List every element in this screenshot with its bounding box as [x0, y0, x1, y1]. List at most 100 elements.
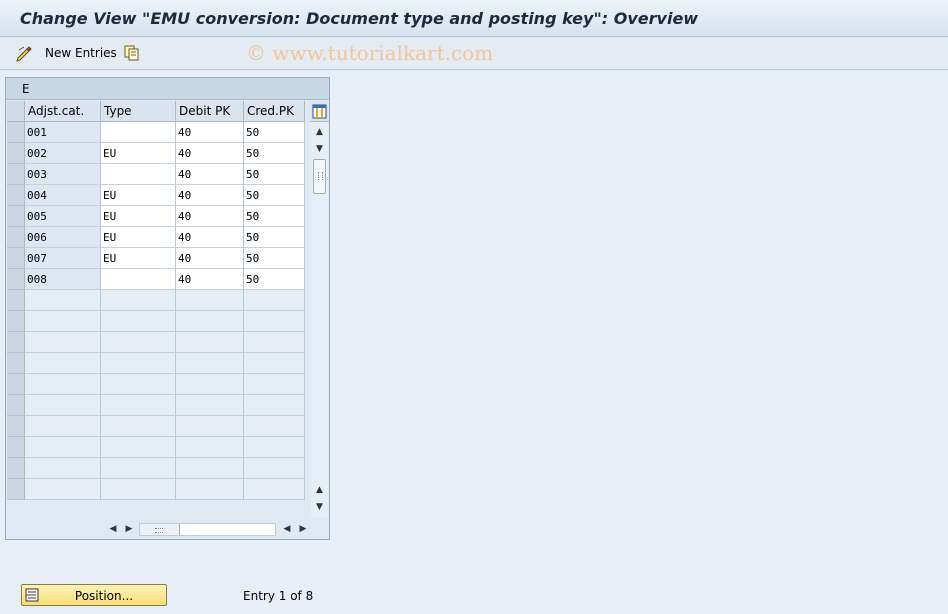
- row-selector[interactable]: [7, 269, 25, 290]
- scroll-left-icon[interactable]: ◀: [106, 521, 120, 538]
- column-header-type[interactable]: Type: [101, 101, 176, 122]
- copy-entries-icon[interactable]: [123, 44, 141, 62]
- cell-cat: [25, 374, 101, 395]
- entry-status: Entry 1 of 8: [243, 589, 314, 603]
- cell-cred[interactable]: 50: [244, 269, 305, 290]
- cell-cat: 003: [25, 164, 101, 185]
- row-selector[interactable]: [7, 395, 25, 416]
- cell-type: [101, 332, 176, 353]
- main-content: E Adjst.cat. Type Debit PK Cred.PK 001 40…: [0, 71, 948, 614]
- row-selector[interactable]: [7, 227, 25, 248]
- title-bar: Change View "EMU conversion: Document ty…: [0, 0, 948, 37]
- horizontal-scroll-track[interactable]: [139, 523, 276, 536]
- column-header-cred-pk[interactable]: Cred.PK: [244, 101, 305, 122]
- table-row: 005 EU 40 50: [7, 206, 305, 227]
- cell-type[interactable]: EU: [101, 206, 176, 227]
- cell-debit[interactable]: 40: [176, 164, 244, 185]
- cell-cred[interactable]: 50: [244, 206, 305, 227]
- cell-cred: [244, 332, 305, 353]
- cell-debit[interactable]: 40: [176, 185, 244, 206]
- row-selector[interactable]: [7, 416, 25, 437]
- cell-cat: 007: [25, 248, 101, 269]
- vertical-scroll-thumb[interactable]: [313, 159, 326, 194]
- empty-table-row: [7, 479, 305, 500]
- position-button[interactable]: Position...: [21, 584, 167, 606]
- cell-cred[interactable]: 50: [244, 227, 305, 248]
- table-title: E: [22, 82, 30, 96]
- table-row: 006 EU 40 50: [7, 227, 305, 248]
- cell-debit: [176, 353, 244, 374]
- horizontal-scrollbar[interactable]: ◀ ▶ ◀ ▶: [102, 521, 312, 538]
- cell-cred[interactable]: 50: [244, 248, 305, 269]
- cell-cat: 008: [25, 269, 101, 290]
- cell-cred[interactable]: 50: [244, 143, 305, 164]
- cell-type: [101, 458, 176, 479]
- row-selector[interactable]: [7, 206, 25, 227]
- cell-cat: [25, 332, 101, 353]
- cell-debit[interactable]: 40: [176, 122, 244, 143]
- table-title-bar: E: [6, 78, 329, 100]
- column-header-adjst-cat[interactable]: Adjst.cat.: [25, 101, 101, 122]
- cell-type[interactable]: EU: [101, 248, 176, 269]
- edit-pencil-icon[interactable]: [16, 44, 34, 62]
- cell-cred: [244, 416, 305, 437]
- row-selector[interactable]: [7, 122, 25, 143]
- row-selector[interactable]: [7, 458, 25, 479]
- row-selector[interactable]: [7, 332, 25, 353]
- scroll-page-down-icon[interactable]: ▼: [311, 499, 328, 515]
- table-row: 007 EU 40 50: [7, 248, 305, 269]
- table-row: 004 EU 40 50: [7, 185, 305, 206]
- row-selector[interactable]: [7, 185, 25, 206]
- empty-table-row: [7, 458, 305, 479]
- cell-cred: [244, 437, 305, 458]
- row-selector[interactable]: [7, 437, 25, 458]
- cell-cat: [25, 437, 101, 458]
- cell-cat: 001: [25, 122, 101, 143]
- cell-debit[interactable]: 40: [176, 227, 244, 248]
- row-selector[interactable]: [7, 311, 25, 332]
- row-selector[interactable]: [7, 143, 25, 164]
- cell-cred: [244, 290, 305, 311]
- row-selector[interactable]: [7, 248, 25, 269]
- cell-type[interactable]: EU: [101, 185, 176, 206]
- cell-type[interactable]: EU: [101, 227, 176, 248]
- cell-type[interactable]: EU: [101, 143, 176, 164]
- select-all-cell[interactable]: [7, 101, 25, 122]
- row-selector[interactable]: [7, 164, 25, 185]
- row-selector[interactable]: [7, 290, 25, 311]
- table-row: 001 40 50: [7, 122, 305, 143]
- scroll-far-left-icon[interactable]: ◀: [280, 521, 294, 538]
- scroll-right-icon[interactable]: ▶: [122, 521, 136, 538]
- row-selector[interactable]: [7, 479, 25, 500]
- cell-type[interactable]: [101, 269, 176, 290]
- cell-cred[interactable]: 50: [244, 164, 305, 185]
- watermark: © www.tutorialkart.com: [246, 41, 494, 65]
- cell-type[interactable]: [101, 164, 176, 185]
- new-entries-button[interactable]: New Entries: [45, 46, 117, 60]
- cell-debit[interactable]: 40: [176, 206, 244, 227]
- horizontal-scroll-thumb[interactable]: [140, 524, 180, 535]
- cell-cred[interactable]: 50: [244, 185, 305, 206]
- row-selector[interactable]: [7, 374, 25, 395]
- cell-cat: 005: [25, 206, 101, 227]
- column-header-debit-pk[interactable]: Debit PK: [176, 101, 244, 122]
- cell-debit: [176, 416, 244, 437]
- cell-cred: [244, 374, 305, 395]
- cell-debit[interactable]: 40: [176, 269, 244, 290]
- cell-cred[interactable]: 50: [244, 122, 305, 143]
- column-settings-button[interactable]: [310, 101, 329, 122]
- vertical-scrollbar[interactable]: ▲ ▼ ▲ ▼: [311, 122, 328, 517]
- scroll-up-icon[interactable]: ▲: [311, 124, 328, 140]
- cell-debit: [176, 458, 244, 479]
- empty-table-row: [7, 395, 305, 416]
- cell-cat: [25, 290, 101, 311]
- scroll-far-right-icon[interactable]: ▶: [296, 521, 310, 538]
- cell-type[interactable]: [101, 122, 176, 143]
- scroll-page-up-icon[interactable]: ▲: [311, 482, 328, 498]
- cell-debit[interactable]: 40: [176, 143, 244, 164]
- cell-cred: [244, 458, 305, 479]
- cell-debit[interactable]: 40: [176, 248, 244, 269]
- scroll-down-icon[interactable]: ▼: [311, 141, 328, 157]
- cell-cat: [25, 479, 101, 500]
- row-selector[interactable]: [7, 353, 25, 374]
